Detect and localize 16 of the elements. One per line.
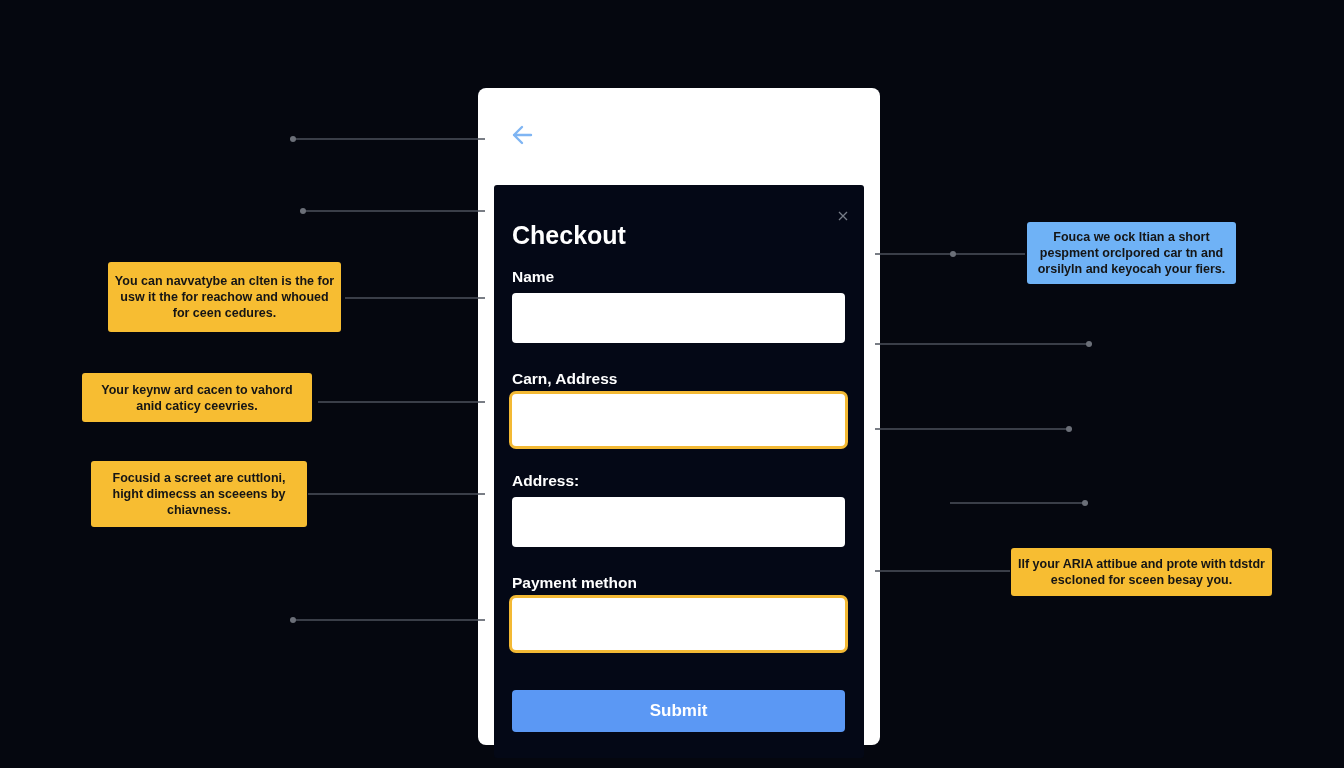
field-label: Address: [512,472,580,490]
callout-note: Ilf your ARIA attibue and prote with tdstdr escloned for sceen besay you. [1011,548,1272,596]
callout-note: Fouca we ock ltian a short pespment orclpored car tn and orsilyln and keyocah your fiers. [1027,222,1236,284]
callout-note: Your keynw ard cacen to vahord anid caticy ceevries. [82,373,312,422]
field-label: Payment methon [512,574,637,592]
field-label: Name [512,268,555,286]
input-field[interactable] [512,293,845,343]
callout-note: You can navvatybe an clten is the for usw it the for reachow and whoued for ceen cedures. [108,262,341,332]
submit-button[interactable]: Submit [512,690,845,732]
input-field[interactable] [509,595,848,653]
callout-note: Focusid a screet are cuttloni, hight dimecss an sceeens by chiavness. [91,461,307,527]
field-label: Carn, Address [512,370,618,388]
input-field[interactable] [509,391,848,449]
dialog-title: Checkout [512,221,626,250]
close-icon[interactable] [838,211,848,221]
input-field[interactable] [512,497,845,547]
